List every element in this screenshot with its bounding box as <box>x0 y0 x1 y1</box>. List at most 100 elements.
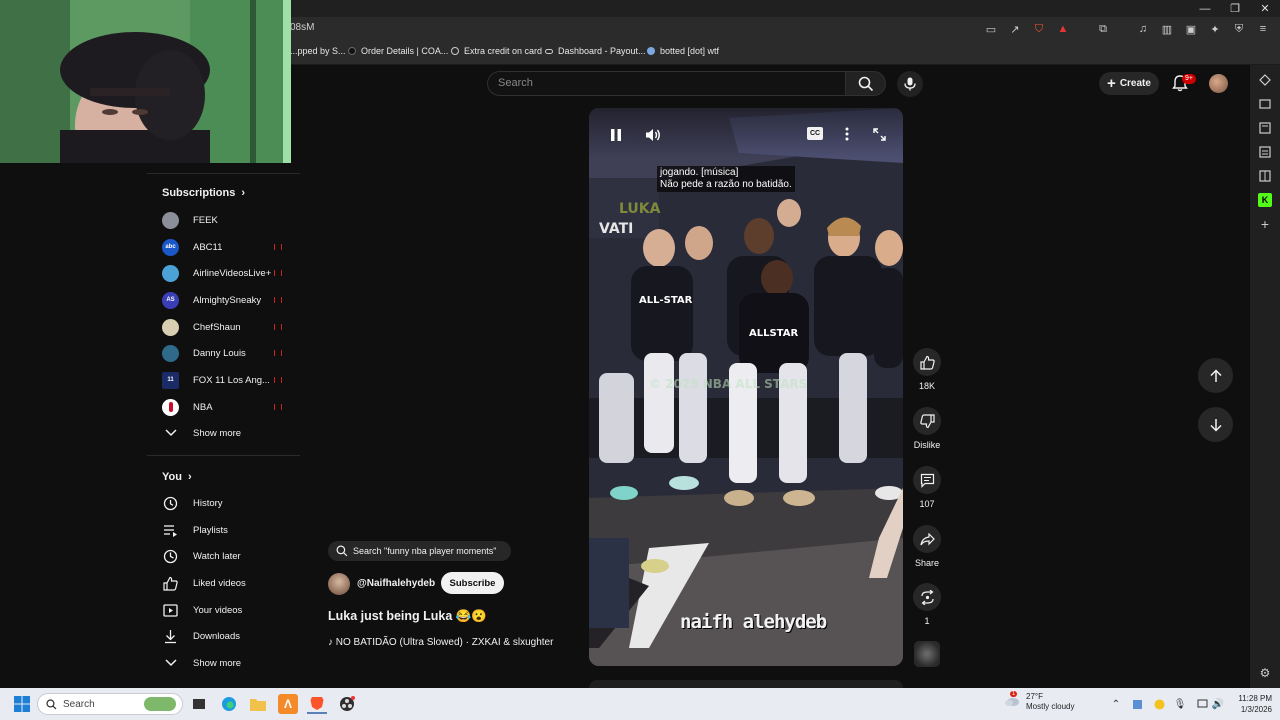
file-explorer-app[interactable] <box>248 694 268 714</box>
related-search-text: Search "funny nba player moments" <box>353 546 497 556</box>
subscription-item-feek[interactable]: FEEK <box>162 211 292 229</box>
microphone-tray-icon[interactable]: 🎙 <box>1174 698 1187 710</box>
sidebar-item-downloads[interactable]: Downloads <box>162 627 292 645</box>
reading-list-icon[interactable] <box>1258 121 1272 135</box>
sidebar-item-your-videos[interactable]: Your videos <box>162 601 292 619</box>
subscription-item-chefshaun[interactable]: ChefShaun <box>162 318 292 336</box>
playlists-icon <box>162 522 179 539</box>
search-input[interactable] <box>487 71 845 96</box>
menu-icon[interactable]: ≡ <box>1256 22 1270 36</box>
subscriptions-heading[interactable]: Subscriptions › <box>162 187 245 199</box>
comments-action[interactable]: 107 <box>913 466 941 509</box>
minimize-button[interactable]: — <box>1190 0 1220 17</box>
sidebar-item-history[interactable]: History <box>162 494 292 512</box>
tab-search-icon[interactable]: ⧉ <box>1096 22 1110 36</box>
app-orange[interactable]: Λ <box>278 694 298 714</box>
media-icon[interactable]: ♫ <box>1136 22 1150 36</box>
wallet-icon[interactable]: ▣ <box>1184 22 1198 36</box>
edge-app[interactable] <box>219 694 239 714</box>
subscription-item-fox11[interactable]: 11 FOX 11 Los Ang... <box>162 371 292 389</box>
share-action[interactable]: Share <box>913 525 941 568</box>
start-button[interactable] <box>12 694 32 714</box>
weather-widget[interactable]: 1 27°F Mostly cloudy <box>1004 691 1074 712</box>
extensions-icon[interactable]: ✦ <box>1208 22 1222 36</box>
system-clock[interactable]: 11:28 PM 1/3/2026 <box>1228 693 1272 715</box>
sidebar-item-watch-later[interactable]: Watch later <box>162 547 292 565</box>
history-panel-icon[interactable] <box>1258 169 1272 183</box>
restore-button[interactable]: ❐ <box>1220 0 1250 17</box>
sidebar-item-playlists[interactable]: Playlists <box>162 521 292 539</box>
bookmark-4[interactable]: botted [dot] wtf <box>647 46 719 56</box>
remix-action[interactable]: 1 <box>913 583 941 626</box>
show-more-subscriptions[interactable]: Show more <box>162 424 292 442</box>
create-button[interactable]: + Create <box>1099 72 1159 95</box>
channel-avatar[interactable] <box>328 573 350 595</box>
network-icon[interactable] <box>1196 698 1208 710</box>
norton-icon[interactable] <box>1153 698 1165 710</box>
next-short-button[interactable] <box>1198 407 1233 442</box>
vpn-icon[interactable]: ⛨ <box>1232 22 1246 36</box>
more-options-button[interactable] <box>840 125 854 143</box>
obs-app[interactable] <box>337 694 357 714</box>
subscription-item-danny-louis[interactable]: Danny Louis <box>162 344 292 362</box>
bookmark-0[interactable]: ...pped by S... <box>290 46 346 56</box>
channel-name[interactable]: @Naifhalehydeb <box>357 578 435 589</box>
subscription-item-airlinevideoslive[interactable]: AirlineVideosLive+ <box>162 264 292 282</box>
link-icon <box>545 48 553 54</box>
subscribe-button[interactable]: Subscribe <box>441 572 504 594</box>
you-heading[interactable]: You › <box>162 471 192 483</box>
settings-gear-icon[interactable]: ⚙ <box>1258 666 1272 680</box>
remix-button[interactable] <box>913 583 941 611</box>
tray-app-icon[interactable] <box>1131 698 1143 710</box>
bookmark-1[interactable]: Order Details | COA... <box>348 46 448 56</box>
fullscreen-button[interactable] <box>871 126 887 142</box>
related-search-chip[interactable]: Search "funny nba player moments" <box>328 541 511 561</box>
like-button[interactable] <box>913 348 941 376</box>
search-icon <box>46 698 57 709</box>
sound-thumbnail[interactable] <box>914 641 940 667</box>
task-view-button[interactable] <box>189 694 209 714</box>
show-more-you[interactable]: Show more <box>162 654 292 672</box>
dislike-button[interactable] <box>913 407 941 435</box>
volume-button[interactable] <box>642 124 664 146</box>
show-hidden-icons-icon[interactable]: ⌃ <box>1110 698 1122 710</box>
sidebar-item-liked-videos[interactable]: Liked videos <box>162 574 292 592</box>
bookmarks-panel-icon[interactable] <box>1258 145 1272 159</box>
previous-short-button[interactable] <box>1198 358 1233 393</box>
subscription-item-abc11[interactable]: abc ABC11 <box>162 238 292 256</box>
add-panel-icon[interactable]: + <box>1258 216 1272 232</box>
captions-button[interactable]: CC <box>807 127 823 140</box>
bookmark-3[interactable]: Dashboard - Payout... <box>545 46 646 56</box>
share-button[interactable] <box>913 525 941 553</box>
close-window-button[interactable]: ✕ <box>1250 0 1280 17</box>
speaker-icon[interactable]: 🔊 <box>1212 698 1224 710</box>
account-avatar[interactable] <box>1209 74 1228 93</box>
live-indicator-icon <box>274 350 282 356</box>
dislike-action[interactable]: Dislike <box>913 407 941 450</box>
dislike-label: Dislike <box>913 440 941 450</box>
browser-toolbar-icons: ▭ ↗ ⛉ ▲ ⧉ ♫ ▥ ▣ ✦ ⛨ ≡ <box>984 20 1270 38</box>
sidebar-toggle-icon[interactable]: ▥ <box>1160 22 1174 36</box>
subscription-item-almightysneaky[interactable]: AS AlmightySneaky <box>162 291 292 309</box>
pause-button[interactable] <box>605 124 627 146</box>
voice-search-button[interactable] <box>897 71 923 97</box>
cast-icon[interactable]: ▭ <box>984 22 998 36</box>
brave-app[interactable] <box>307 694 327 714</box>
kick-icon[interactable]: K <box>1258 193 1272 207</box>
address-bar-text[interactable]: 08sM <box>290 22 314 33</box>
news-icon[interactable] <box>1258 97 1272 111</box>
brave-shield-icon[interactable]: ⛉ <box>1032 22 1046 36</box>
like-action[interactable]: 18K <box>913 348 941 391</box>
comments-button[interactable] <box>913 466 941 494</box>
share-icon[interactable]: ↗ <box>1008 22 1022 36</box>
remix-icon <box>920 589 934 605</box>
rewards-icon[interactable]: ▲ <box>1056 22 1070 36</box>
channel-name: NBA <box>193 401 213 413</box>
subscription-item-nba[interactable]: NBA <box>162 398 292 416</box>
audio-track[interactable]: ♪ NO BATIDÃO (Ultra Slowed) · ZXKAI & sl… <box>328 637 553 648</box>
taskbar-search-input[interactable]: Search <box>37 693 183 715</box>
thumbs-up-icon <box>919 355 935 370</box>
search-button[interactable] <box>845 71 886 96</box>
bookmark-2[interactable]: Extra credit on card <box>451 46 542 56</box>
leo-ai-icon[interactable] <box>1258 73 1272 87</box>
